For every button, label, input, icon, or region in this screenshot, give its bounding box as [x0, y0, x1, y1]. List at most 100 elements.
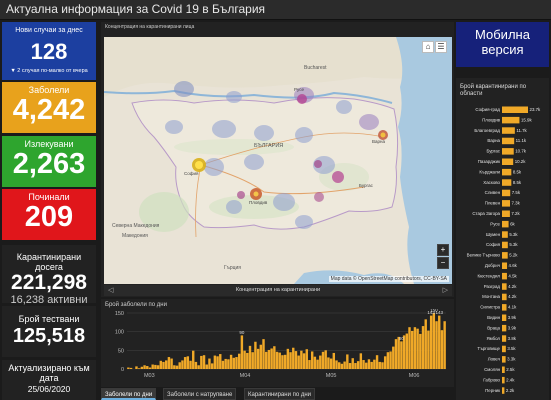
zoom-out-button[interactable]: − — [437, 257, 449, 269]
chart-bar[interactable] — [443, 321, 446, 369]
region-bar[interactable] — [502, 324, 507, 332]
region-bar[interactable] — [502, 200, 511, 207]
region-bar[interactable] — [502, 179, 512, 186]
chart-bar[interactable] — [316, 359, 319, 369]
region-bar[interactable] — [502, 293, 507, 301]
region-bar[interactable] — [502, 220, 509, 228]
chart-bar[interactable] — [348, 363, 352, 369]
map-list-button[interactable]: ☰ — [435, 41, 447, 53]
chart-tab[interactable]: Заболели с натрупване — [163, 388, 237, 400]
region-bar[interactable] — [502, 262, 508, 270]
chart-bar[interactable] — [354, 363, 357, 369]
region-bar[interactable] — [502, 148, 514, 155]
chart-bar[interactable] — [419, 333, 422, 369]
chart-bar[interactable] — [273, 346, 276, 369]
chart-bar[interactable] — [278, 352, 281, 369]
chart-bar[interactable] — [440, 330, 444, 369]
chart-bar[interactable] — [294, 351, 298, 369]
chart-tab[interactable]: Заболели по дни — [101, 388, 157, 400]
chart-bar[interactable] — [240, 335, 244, 369]
chart-bar[interactable] — [248, 345, 252, 369]
chart-bar[interactable] — [267, 349, 271, 369]
chart-bar[interactable] — [243, 350, 246, 369]
chart-bar[interactable] — [335, 360, 338, 369]
chart-bar[interactable] — [227, 359, 230, 369]
region-bar[interactable] — [502, 189, 511, 197]
chart-bar[interactable] — [343, 361, 346, 369]
chart-bar[interactable] — [170, 358, 173, 369]
chart-bar[interactable] — [324, 350, 327, 369]
chart-bar[interactable] — [370, 361, 373, 369]
chart-bar[interactable] — [313, 356, 317, 369]
chart-bar[interactable] — [135, 366, 138, 369]
chart-bar[interactable] — [156, 365, 160, 369]
mobile-version-button[interactable]: Мобилна версия — [456, 22, 549, 67]
chart-bar[interactable] — [286, 348, 290, 369]
chart-bar[interactable] — [219, 354, 222, 369]
chart-bar[interactable] — [216, 356, 219, 369]
chart-bar[interactable] — [310, 351, 314, 369]
chart-bar[interactable] — [397, 336, 400, 369]
region-bar[interactable] — [502, 210, 510, 218]
chart-bar[interactable] — [321, 351, 325, 369]
chart-bar[interactable] — [129, 367, 133, 369]
chart-bar[interactable] — [189, 360, 192, 369]
chart-bar[interactable] — [210, 363, 214, 369]
chart-bar[interactable] — [300, 350, 303, 369]
map-next-icon[interactable]: ▷ — [443, 286, 448, 294]
chart-bar[interactable] — [262, 339, 265, 369]
chart-bar[interactable] — [405, 333, 409, 369]
region-bar[interactable] — [502, 116, 520, 124]
chart-bar[interactable] — [408, 327, 411, 369]
chart-bar[interactable] — [432, 313, 436, 369]
region-bar[interactable] — [502, 241, 508, 249]
chart-bar[interactable] — [178, 362, 181, 369]
chart-bar[interactable] — [338, 362, 341, 369]
chart-bar[interactable] — [229, 354, 233, 369]
chart-bar[interactable] — [246, 352, 249, 369]
chart-bar[interactable] — [346, 354, 349, 369]
chart-bar[interactable] — [164, 360, 168, 369]
chart-bar[interactable] — [327, 357, 330, 369]
chart-bar[interactable] — [308, 360, 311, 369]
chart-bar[interactable] — [202, 355, 206, 369]
chart-bar[interactable] — [400, 341, 403, 369]
region-bar[interactable] — [502, 387, 505, 394]
chart-bar[interactable] — [235, 357, 238, 369]
chart-bar[interactable] — [340, 363, 344, 369]
chart-bar[interactable] — [194, 361, 198, 369]
chart-bar[interactable] — [254, 341, 257, 369]
chart-bar[interactable] — [256, 348, 260, 369]
chart-bar[interactable] — [386, 352, 390, 369]
chart-bar[interactable] — [381, 362, 384, 369]
region-bar[interactable] — [502, 335, 507, 342]
chart-bar[interactable] — [162, 361, 165, 369]
chart-bar[interactable] — [200, 355, 203, 369]
region-bar[interactable] — [502, 272, 507, 280]
chart-bar[interactable] — [365, 362, 368, 369]
region-bar[interactable] — [502, 366, 505, 374]
chart-bar[interactable] — [270, 348, 273, 369]
chart-bar[interactable] — [329, 358, 333, 369]
chart-bar[interactable] — [213, 355, 217, 369]
chart-bar[interactable] — [424, 319, 427, 369]
chart-bar[interactable] — [137, 368, 141, 369]
chart-bar[interactable] — [413, 327, 417, 369]
map-home-button[interactable]: ⌂ — [422, 41, 434, 53]
chart-bar[interactable] — [429, 315, 433, 369]
region-bar[interactable] — [502, 168, 512, 176]
chart-bar[interactable] — [289, 352, 292, 369]
region-bar[interactable] — [502, 314, 507, 322]
chart-bar[interactable] — [173, 365, 176, 369]
region-bar[interactable] — [502, 356, 506, 363]
chart-bar[interactable] — [435, 321, 438, 369]
chart-bar[interactable] — [154, 364, 157, 369]
region-bar[interactable] — [502, 137, 515, 145]
chart-bar[interactable] — [237, 353, 241, 369]
chart-bar[interactable] — [378, 361, 381, 369]
chart-bar[interactable] — [167, 357, 171, 369]
chart-bar[interactable] — [356, 361, 360, 369]
region-bar[interactable] — [502, 231, 508, 238]
chart-bar[interactable] — [183, 357, 187, 369]
region-bar[interactable] — [502, 283, 507, 290]
